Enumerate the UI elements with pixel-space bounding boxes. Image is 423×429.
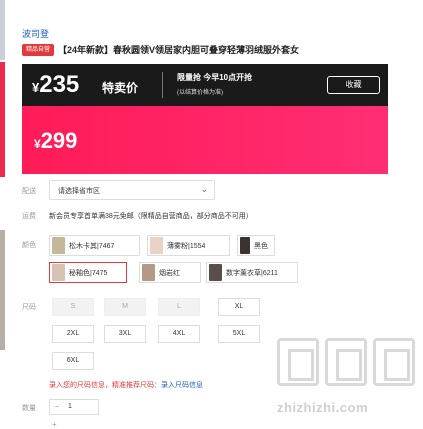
promo-banner: ¥235 特卖价 限量抢 今早10点开抢 (以结算价格为准) 收藏 (22, 64, 388, 106)
color-option-label: 秘釉色|7475 (69, 269, 108, 277)
brand-link[interactable]: 波司登 (22, 27, 49, 40)
left-strip-segment (0, 62, 5, 177)
color-thumbnail (142, 264, 155, 281)
size-tip-text: 录入您的尺码信息，精准推荐尺码： (49, 382, 161, 389)
color-option[interactable]: 薄雾粉|1554 (147, 235, 230, 256)
title-row: 精品自营 【24年新款】春秋圆领V领居家内胆可叠穿轻薄羽绒服外套女 (22, 43, 299, 56)
currency-symbol: ¥ (34, 137, 41, 151)
quantity-input[interactable]: 1 (68, 403, 72, 410)
left-strip-segment (0, 0, 5, 60)
favorite-button[interactable]: 收藏 (327, 76, 380, 94)
flash-sale-note: (以结算价格为准) (177, 90, 223, 96)
size-option: L (158, 298, 200, 316)
self-operated-badge: 精品自营 (22, 43, 55, 56)
original-price-value: 299 (40, 128, 78, 153)
promo-divider (162, 72, 163, 98)
shipping-label: 运费 (22, 213, 36, 220)
size-label: 尺码 (22, 304, 36, 311)
special-price-value: 235 (39, 71, 80, 98)
color-thumbnail (52, 237, 65, 254)
increase-quantity-button[interactable]: + (52, 420, 57, 429)
original-price: ¥299 (34, 128, 77, 154)
special-price-label: 特卖价 (102, 81, 139, 95)
color-option[interactable]: 烟岩红 (139, 262, 201, 283)
color-option[interactable]: 秘釉色|7475 (49, 262, 127, 283)
size-option: S (52, 298, 94, 316)
color-option-label: 薄雾粉|1554 (167, 242, 206, 250)
quantity-label: 数量 (22, 405, 36, 412)
watermark-text: zhizhizhi.com (277, 400, 368, 415)
watermark-glyph (373, 338, 415, 386)
size-option[interactable]: 2XL (52, 325, 94, 343)
color-thumbnail (240, 237, 250, 254)
region-select-placeholder: 请选择省市区 (58, 188, 100, 195)
color-option-label: 松木卡其|7467 (69, 242, 115, 250)
color-thumbnail (52, 264, 65, 281)
chevron-down-icon: ⌄ (200, 184, 208, 194)
size-option[interactable]: 6XL (52, 352, 94, 370)
color-option-label: 数字薰衣草|6211 (226, 269, 278, 277)
shipping-info: 新会员专享首单满38元免邮（限精品自营商品，部分商品不可用） (49, 213, 253, 220)
region-select[interactable]: 请选择省市区 ⌄ (49, 180, 215, 200)
color-label: 颜色 (22, 242, 36, 249)
size-option[interactable]: 5XL (218, 325, 260, 343)
color-option-label: 黑色 (254, 242, 268, 250)
watermark-glyph (277, 338, 319, 386)
special-price: ¥235 (32, 72, 79, 101)
decrease-quantity-button[interactable]: − (50, 400, 64, 414)
site-watermark: zhizhizhi.com (275, 338, 420, 428)
size-option: M (104, 298, 146, 316)
watermark-glyph (325, 338, 367, 386)
delivery-label: 配送 (22, 188, 36, 195)
size-option[interactable]: 4XL (158, 325, 200, 343)
quantity-stepper: − 1 (49, 399, 99, 415)
color-option-label: 烟岩红 (159, 269, 180, 277)
size-option[interactable]: XL (218, 298, 260, 316)
color-thumbnail (150, 237, 163, 254)
left-strip-segment (0, 230, 5, 350)
product-title: 【24年新款】春秋圆领V领居家内胆可叠穿轻薄羽绒服外套女 (58, 45, 300, 55)
size-info-link[interactable]: 录入尺码信息 (161, 382, 203, 389)
price-band: ¥299 (22, 106, 388, 174)
color-option[interactable]: 松木卡其|7467 (49, 235, 140, 256)
color-option[interactable]: 黑色 (237, 235, 275, 256)
size-option[interactable]: 3XL (104, 325, 146, 343)
size-tip: 录入您的尺码信息，精准推荐尺码：录入尺码信息 (49, 380, 203, 390)
flash-sale-title: 限量抢 今早10点开抢 (177, 73, 253, 82)
left-edge-strip (0, 0, 5, 429)
color-thumbnail (209, 264, 222, 281)
color-option[interactable]: 数字薰衣草|6211 (206, 262, 298, 283)
